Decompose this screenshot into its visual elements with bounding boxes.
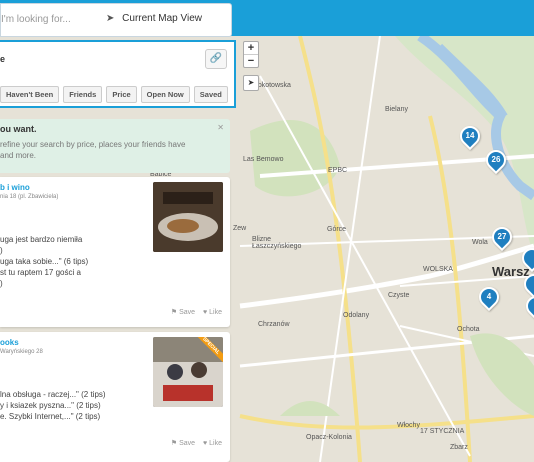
current-map-view-label: Current Map View	[122, 13, 203, 24]
tip-banner: ou want. ✕ refine your search by price, …	[0, 119, 230, 173]
search-input[interactable]: I'm looking for...	[1, 14, 71, 25]
venue-name[interactable]: b i wino	[0, 183, 30, 192]
map-label: Bielany	[385, 106, 408, 113]
venue-card[interactable]: b i wino nia 18 (pl. Zbawiciela) uga jes…	[0, 177, 230, 327]
save-button[interactable]: ⚑ Save	[171, 440, 195, 447]
save-button[interactable]: ⚑ Save	[171, 309, 195, 316]
map-label: Warsz	[492, 264, 530, 279]
panel-label: e	[0, 54, 6, 64]
filter-price-button[interactable]: Price	[106, 86, 137, 103]
tip-text: refine your search by price, places your…	[0, 140, 186, 160]
bookmark-icon: ⚑	[170, 440, 178, 447]
close-icon[interactable]: ✕	[217, 123, 224, 132]
venue-photo[interactable]: SPECIAL	[153, 337, 223, 407]
heart-icon: ♥	[203, 440, 208, 447]
navigation-arrow-icon: ➤	[106, 13, 115, 24]
map-label: Las Bemowo	[243, 156, 284, 163]
map-label: Górce	[327, 226, 347, 233]
filter-buttons: Haven't Been Friends Price Open Now Save…	[0, 86, 228, 103]
zoom-out-button[interactable]: −	[244, 55, 258, 67]
map-label: Odolany	[343, 312, 370, 319]
card-actions: ⚑ Save ♥ Like	[171, 439, 222, 447]
venue-card[interactable]: ooks Waryńskiego 28 SPECIAL lna obsługa …	[0, 332, 230, 462]
venue-photo-image	[153, 182, 223, 252]
map-label: Czyste	[388, 292, 410, 299]
search-bar: I'm looking for... ➤ Current Map View	[0, 3, 232, 37]
locate-icon[interactable]: ➤	[243, 75, 259, 91]
map-label: Wola	[472, 239, 488, 246]
like-button[interactable]: ♥ Like	[203, 440, 222, 447]
map-label: Ochota	[457, 326, 480, 333]
map-label: 17 STYCZNIA	[420, 428, 465, 435]
venue-tips: uga jest bardzo niemiła ) uga taka sobie…	[0, 235, 89, 288]
venue-photo[interactable]	[153, 182, 223, 252]
filter-open-now-button[interactable]: Open Now	[140, 86, 190, 103]
map-label: Blizne Łaszczyńskiego	[252, 236, 302, 250]
venue-tips: lna obsługa - raczej..." (2 tips) y i ks…	[0, 390, 106, 421]
map-label: Chrzanów	[258, 321, 290, 328]
map-label: EPBC	[328, 167, 348, 174]
zoom-in-button[interactable]: +	[244, 42, 258, 55]
like-button[interactable]: ♥ Like	[203, 309, 222, 316]
map-label: WOLSKA	[423, 266, 453, 273]
current-map-view-button[interactable]: ➤ Current Map View	[106, 13, 202, 24]
filter-saved-button[interactable]: Saved	[193, 86, 228, 103]
map-label: Zbarz	[450, 444, 468, 451]
tip-heading: ou want.	[0, 124, 37, 134]
heart-icon: ♥	[203, 309, 208, 316]
card-actions: ⚑ Save ♥ Like	[171, 308, 222, 316]
venue-name[interactable]: ooks	[0, 338, 19, 347]
filter-havent-been-button[interactable]: Haven't Been	[0, 86, 60, 103]
bookmark-icon: ⚑	[170, 309, 178, 316]
filter-panel: e 🔗 Haven't Been Friends Price Open Now …	[0, 40, 236, 108]
map-label: Opacz-Kolonia	[306, 434, 352, 441]
venue-address: nia 18 (pl. Zbawiciela)	[0, 194, 59, 200]
link-icon[interactable]: 🔗	[205, 49, 227, 69]
venue-address: Waryńskiego 28	[0, 349, 43, 355]
filter-friends-button[interactable]: Friends	[63, 86, 103, 103]
zoom-control: + −	[243, 41, 259, 68]
map-label: Włochy	[397, 422, 420, 429]
map-label: Zew	[233, 225, 247, 232]
